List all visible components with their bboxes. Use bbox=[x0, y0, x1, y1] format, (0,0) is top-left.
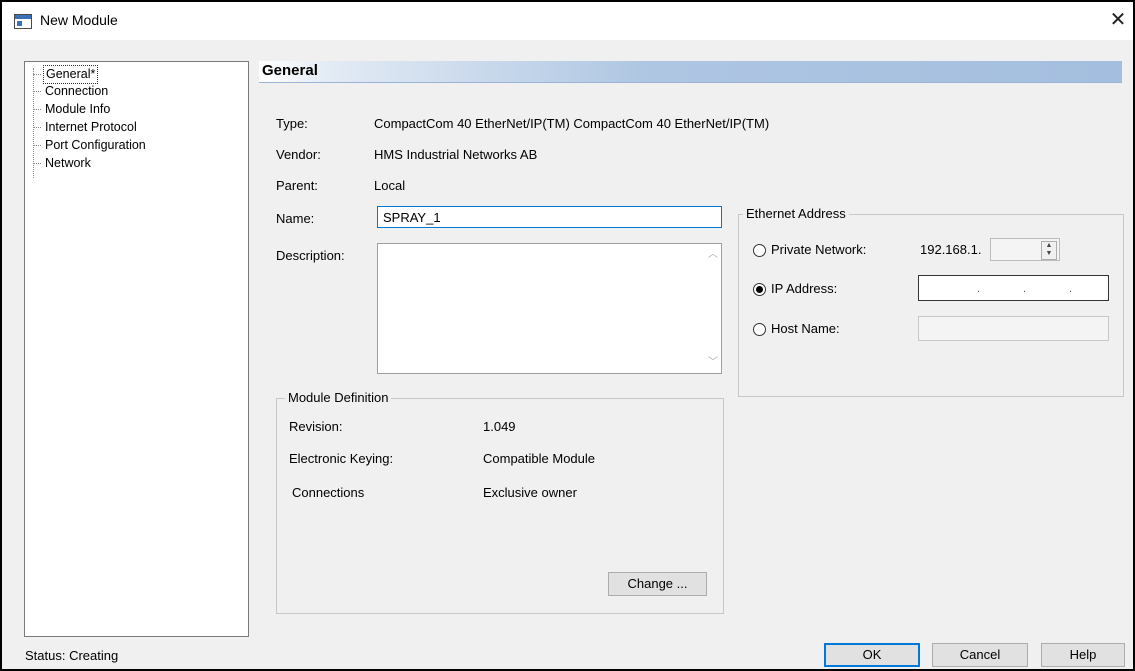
chevron-up-icon[interactable]: ︿ bbox=[708, 250, 718, 260]
tree-item-internet-protocol[interactable]: Internet Protocol bbox=[33, 119, 139, 136]
description-label: Description: bbox=[276, 248, 345, 263]
window-title: New Module bbox=[40, 12, 118, 28]
window-icon bbox=[14, 14, 32, 29]
title-bar: New Module ✕ bbox=[2, 2, 1133, 40]
section-header: General bbox=[259, 61, 1122, 83]
vendor-value: HMS Industrial Networks AB bbox=[374, 147, 538, 162]
connections-value: Exclusive owner bbox=[483, 485, 577, 500]
tree-item-module-info[interactable]: Module Info bbox=[33, 101, 112, 118]
tree-item-connection[interactable]: Connection bbox=[33, 83, 110, 100]
ip-address-label[interactable]: IP Address: bbox=[771, 281, 837, 296]
host-name-field[interactable] bbox=[918, 316, 1109, 341]
revision-value: 1.049 bbox=[483, 419, 516, 434]
private-octet-stepper[interactable]: ▲ ▼ bbox=[990, 238, 1060, 261]
ok-button[interactable]: OK bbox=[824, 643, 920, 667]
tree-item-port-configuration[interactable]: Port Configuration bbox=[33, 137, 148, 154]
vendor-label: Vendor: bbox=[276, 147, 321, 162]
revision-label: Revision: bbox=[289, 419, 343, 434]
module-definition-title: Module Definition bbox=[285, 390, 392, 405]
ip-address-field[interactable]: . . . bbox=[918, 275, 1109, 301]
description-field[interactable]: ︿ ﹀ bbox=[377, 243, 722, 374]
spin-up-down-icon[interactable]: ▲ ▼ bbox=[1041, 241, 1057, 260]
parent-label: Parent: bbox=[276, 178, 318, 193]
private-network-prefix: 192.168.1. bbox=[920, 242, 982, 257]
tree-item-network[interactable]: Network bbox=[33, 155, 93, 172]
close-icon[interactable]: ✕ bbox=[1106, 8, 1130, 32]
change-button[interactable]: Change ... bbox=[608, 572, 707, 596]
host-name-label[interactable]: Host Name: bbox=[771, 321, 840, 336]
type-value: CompactCom 40 EtherNet/IP(TM) CompactCom… bbox=[374, 116, 770, 131]
cancel-button[interactable]: Cancel bbox=[932, 643, 1028, 667]
category-tree: General* Connection Module Info Internet… bbox=[24, 61, 249, 637]
dialog-window: New Module ✕ General* Connection Module … bbox=[0, 0, 1135, 671]
private-network-radio[interactable] bbox=[753, 244, 766, 257]
parent-value: Local bbox=[374, 178, 406, 193]
keying-label: Electronic Keying: bbox=[289, 451, 394, 466]
description-scrollbar[interactable]: ︿ ﹀ bbox=[704, 244, 721, 373]
name-input[interactable] bbox=[377, 206, 722, 228]
keying-value: Compatible Module bbox=[483, 451, 596, 466]
name-label: Name: bbox=[276, 211, 315, 226]
help-button[interactable]: Help bbox=[1041, 643, 1125, 667]
chevron-down-icon[interactable]: ﹀ bbox=[708, 358, 718, 368]
connections-label: Connections bbox=[292, 485, 365, 500]
private-network-label[interactable]: Private Network: bbox=[771, 242, 866, 257]
status-text: Status: Creating bbox=[25, 648, 119, 663]
host-name-radio[interactable] bbox=[753, 323, 766, 336]
type-label: Type: bbox=[276, 116, 308, 131]
ip-address-radio[interactable] bbox=[753, 283, 766, 296]
ethernet-address-title: Ethernet Address bbox=[743, 206, 849, 221]
tree-item-general[interactable]: General* bbox=[33, 65, 99, 84]
